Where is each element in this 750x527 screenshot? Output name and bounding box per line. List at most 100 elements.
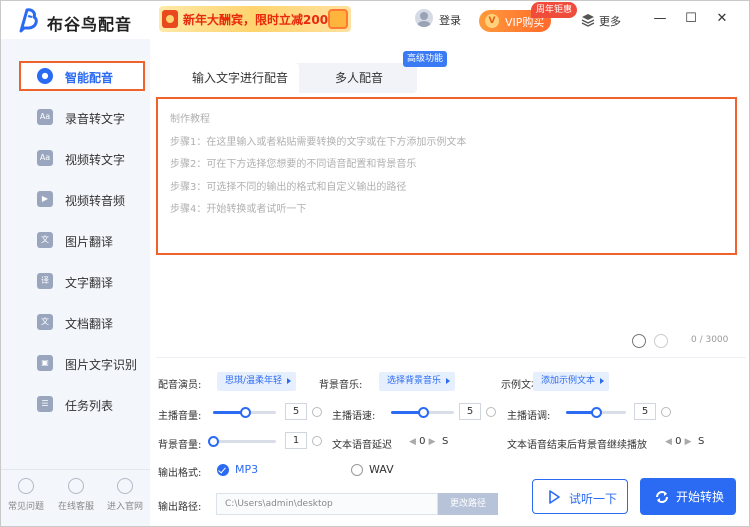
text-translate-icon: 译 — [37, 273, 53, 289]
decrement-arrow-icon[interactable]: ◀ — [665, 437, 672, 447]
bg-volume-slider[interactable] — [208, 436, 276, 447]
sidebar-item-video-to-audio[interactable]: ▶ 视频转音频 — [19, 184, 145, 214]
pitch-slider[interactable] — [566, 407, 626, 418]
sample-text-select[interactable]: 添加示例文本 — [533, 372, 610, 391]
delay-stepper[interactable]: ◀ 0 ▶ S — [409, 436, 448, 447]
tab-input-text[interactable]: 输入文字进行配音 — [181, 63, 299, 93]
sidebar-item-label: 视频转文字 — [65, 153, 126, 167]
sidebar-item-label: 任务列表 — [65, 399, 114, 413]
layers-icon[interactable] — [581, 13, 595, 27]
sidebar-item-task-list[interactable]: ☰ 任务列表 — [19, 389, 145, 419]
main-volume-slider[interactable] — [213, 407, 276, 418]
reset-icon[interactable] — [486, 407, 496, 417]
reset-icon[interactable] — [312, 436, 322, 446]
slider-thumb[interactable] — [240, 407, 251, 418]
pitch-label: 主播语调: — [507, 411, 551, 422]
reset-icon[interactable] — [661, 407, 671, 417]
login-link[interactable]: 登录 — [439, 12, 461, 28]
sidebar-item-smart-dubbing[interactable]: ● 智能配音 — [19, 61, 145, 91]
support-icon — [68, 478, 84, 494]
increment-arrow-icon[interactable]: ▶ — [685, 437, 692, 447]
char-count: 0 / 3000 — [691, 335, 729, 345]
continue-unit: S — [697, 436, 705, 447]
change-path-button[interactable]: 更改路径 — [438, 493, 498, 515]
voice-actor-select[interactable]: 思琪/温柔年轻 — [217, 372, 297, 391]
sidebar-item-doc-translate[interactable]: 文 文档翻译 — [19, 307, 145, 337]
vip-crown-icon: V — [485, 14, 499, 28]
gift-icon — [328, 9, 348, 29]
editor-placeholder-line: 步骤4：开始转换或者试听一下 — [170, 204, 307, 215]
continue-stepper[interactable]: ◀ 0 ▶ S — [665, 436, 704, 447]
play-icon — [549, 490, 560, 504]
bg-music-select[interactable]: 选择背景音乐 — [379, 372, 456, 391]
editor-placeholder-line: 步骤2：可在下方选择您想要的不同语音配置和背景音乐 — [170, 159, 417, 170]
sidebar-item-label: 文档翻译 — [65, 317, 114, 331]
sidebar-item-label: 视频转音频 — [65, 194, 126, 208]
sidebar-item-label: 图片文字识别 — [65, 358, 138, 372]
slider-thumb[interactable] — [208, 436, 219, 447]
doc-translate-icon: 文 — [37, 314, 53, 330]
editor-placeholder-line: 步骤3：可选择不同的输出的格式和自定义输出的路径 — [170, 181, 407, 193]
sidebar-item-label: 录音转文字 — [65, 112, 126, 126]
undo-icon[interactable] — [632, 334, 646, 348]
anniversary-badge: 周年钜惠 — [531, 2, 578, 18]
task-list-icon: ☰ — [37, 396, 53, 412]
audio-text-icon: Aa — [37, 109, 53, 125]
wav-radio[interactable] — [351, 464, 363, 476]
app-logo-icon — [19, 8, 38, 33]
pitch-input[interactable]: 5 — [634, 403, 656, 420]
ocr-icon: ▣ — [37, 355, 53, 371]
voice-actor-label: 配音演员: — [158, 380, 202, 391]
text-editor[interactable]: 制作教程 步骤1：在这里输入或者粘贴需要转换的文字或在下方添加示例文本 步骤2：… — [156, 97, 737, 255]
mp3-radio[interactable] — [217, 464, 229, 476]
slider-thumb[interactable] — [418, 407, 429, 418]
bg-music-label: 背景音乐: — [319, 380, 363, 391]
preview-button[interactable]: 试听一下 — [532, 479, 628, 514]
main-volume-input[interactable]: 5 — [285, 403, 307, 420]
bg-volume-input[interactable]: 1 — [285, 432, 307, 449]
mp3-label[interactable]: MP3 — [235, 463, 258, 476]
more-menu[interactable]: 更多 — [599, 13, 621, 29]
decrement-arrow-icon[interactable]: ◀ — [409, 437, 416, 447]
sidebar-item-video-to-text[interactable]: Aa 视频转文字 — [19, 143, 145, 173]
app-title: 布谷鸟配音 — [47, 15, 133, 34]
sidebar-item-audio-to-text[interactable]: Aa 录音转文字 — [19, 102, 145, 132]
app-window: 布谷鸟配音 新年大酬宾，限时立减200元 登录 V VIP购买 周年钜惠 更多 … — [0, 0, 750, 527]
slider-thumb[interactable] — [591, 407, 602, 418]
website-link[interactable]: 进入官网 — [100, 478, 150, 512]
output-path-input[interactable]: C:\Users\admin\desktop — [216, 493, 438, 515]
faq-icon — [18, 478, 34, 494]
title-bar: 布谷鸟配音 新年大酬宾，限时立减200元 登录 V VIP购买 周年钜惠 更多 … — [1, 1, 749, 39]
maximize-button[interactable]: ☐ — [683, 11, 699, 27]
increment-arrow-icon[interactable]: ▶ — [429, 437, 436, 447]
video-audio-icon: ▶ — [37, 191, 53, 207]
sidebar-item-text-translate[interactable]: 译 文字翻译 — [19, 266, 145, 296]
start-convert-label: 开始转换 — [676, 490, 725, 504]
minimize-button[interactable]: — — [652, 11, 668, 27]
redo-icon[interactable] — [654, 334, 668, 348]
faq-label: 常见问题 — [7, 502, 44, 512]
sidebar-item-label: 文字翻译 — [65, 276, 114, 290]
speed-input[interactable]: 5 — [459, 403, 481, 420]
delay-label: 文本语音延迟 — [332, 440, 392, 451]
delay-unit: S — [441, 436, 449, 447]
preview-label: 试听一下 — [569, 492, 618, 506]
video-text-icon: Aa — [37, 150, 53, 166]
promo-banner[interactable]: 新年大酬宾，限时立减200元 — [159, 6, 351, 32]
tab-multi-voice[interactable]: 多人配音 — [301, 63, 417, 93]
support-link[interactable]: 在线客服 — [51, 478, 101, 512]
speed-slider[interactable] — [391, 407, 454, 418]
mic-icon: ● — [37, 68, 53, 84]
reset-icon[interactable] — [312, 407, 322, 417]
start-convert-button[interactable]: 开始转换 — [640, 478, 736, 515]
editor-placeholder-line: 步骤1：在这里输入或者粘贴需要转换的文字或在下方添加示例文本 — [170, 136, 467, 148]
divider — [156, 357, 746, 358]
faq-link[interactable]: 常见问题 — [1, 478, 51, 512]
wav-label[interactable]: WAV — [369, 463, 394, 476]
sidebar-item-ocr[interactable]: ▣ 图片文字识别 — [19, 348, 145, 378]
close-button[interactable]: ✕ — [714, 11, 730, 27]
avatar-icon[interactable] — [415, 9, 433, 27]
continue-value: 0 — [675, 436, 682, 447]
shopping-bag-icon — [162, 10, 178, 28]
sidebar-item-image-translate[interactable]: 文 图片翻译 — [19, 225, 145, 255]
